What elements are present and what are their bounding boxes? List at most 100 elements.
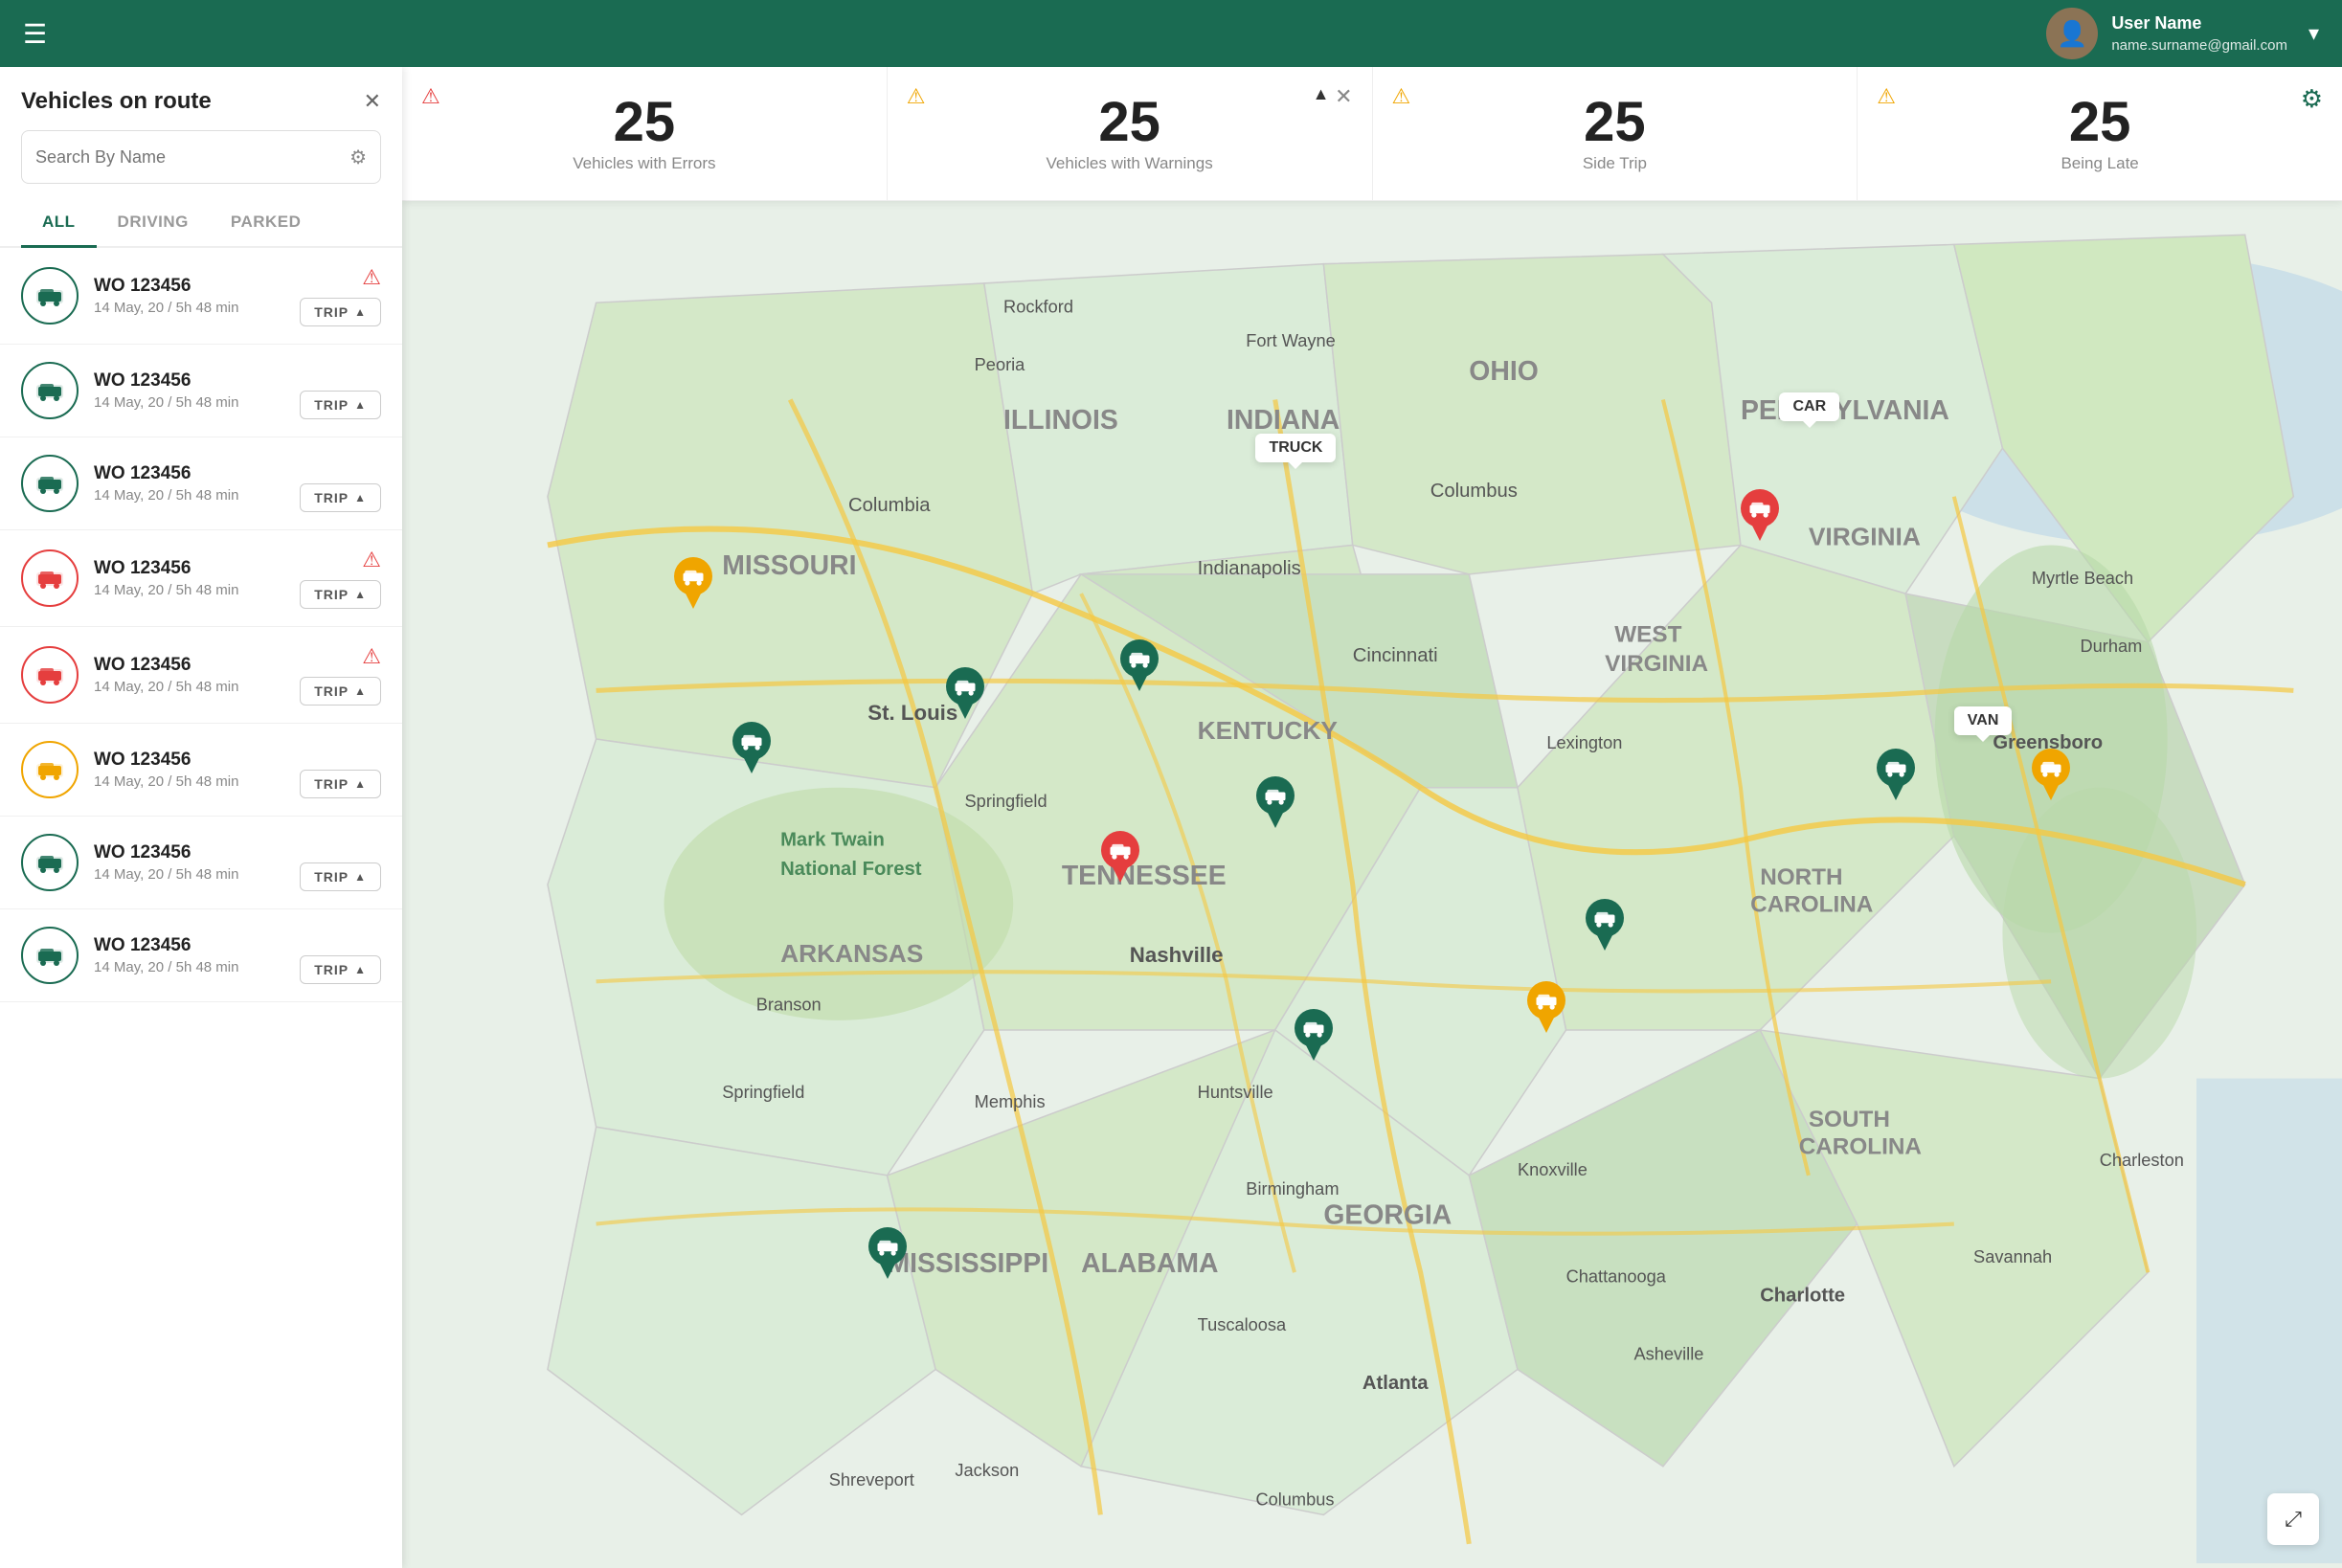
- hamburger-menu[interactable]: ☰: [23, 18, 47, 50]
- map-pin[interactable]: [1875, 747, 1917, 802]
- vehicle-info: WO 123456 14 May, 20 / 5h 48 min: [94, 842, 284, 883]
- pin-svg: [944, 665, 986, 721]
- svg-text:MISSISSIPPI: MISSISSIPPI: [888, 1248, 1049, 1279]
- search-input[interactable]: [35, 147, 349, 168]
- map-pin[interactable]: [867, 1225, 909, 1281]
- svg-text:Myrtle Beach: Myrtle Beach: [2032, 568, 2133, 588]
- close-sidebar-button[interactable]: ✕: [364, 89, 381, 114]
- chevron-down-icon[interactable]: ▾: [2308, 21, 2319, 46]
- vehicle-icon: [21, 834, 79, 891]
- stat-card-0: ⚠ 25 Vehicles with Errors: [402, 67, 888, 200]
- pin-svg: [1254, 774, 1296, 830]
- vehicle-actions: TRIP ▲: [300, 362, 381, 419]
- search-area: ⚙: [0, 115, 402, 199]
- vehicle-icon: [21, 267, 79, 325]
- trip-button[interactable]: TRIP ▲: [300, 862, 381, 891]
- pin-svg: [1875, 747, 1917, 802]
- stat-number: 25: [2069, 95, 2131, 150]
- map-pin[interactable]: [944, 665, 986, 721]
- user-email: name.surname@gmail.com: [2111, 35, 2287, 56]
- map-pin[interactable]: [1584, 897, 1626, 952]
- vehicle-icon: [21, 362, 79, 419]
- stat-number: 25: [614, 95, 676, 150]
- close-stats-button[interactable]: ✕: [1335, 84, 1352, 109]
- map-pin[interactable]: [1525, 979, 1567, 1035]
- svg-text:Memphis: Memphis: [975, 1091, 1046, 1111]
- svg-text:National Forest: National Forest: [780, 859, 922, 880]
- vehicle-date: 14 May, 20 / 5h 48 min: [94, 300, 284, 316]
- vehicle-name: WO 123456: [94, 842, 284, 863]
- svg-text:Columbus: Columbus: [1430, 481, 1518, 502]
- tab-parked[interactable]: PARKED: [210, 199, 323, 248]
- trip-button[interactable]: TRIP ▲: [300, 298, 381, 326]
- svg-text:ALABAMA: ALABAMA: [1081, 1248, 1218, 1279]
- svg-text:Charlotte: Charlotte: [1760, 1286, 1845, 1307]
- trip-arrow-icon: ▲: [354, 870, 367, 884]
- svg-text:Nashville: Nashville: [1130, 943, 1224, 967]
- svg-text:Lexington: Lexington: [1546, 732, 1622, 752]
- vehicle-name: WO 123456: [94, 935, 284, 956]
- trip-button[interactable]: TRIP ▲: [300, 391, 381, 419]
- vehicle-name: WO 123456: [94, 655, 284, 676]
- tab-driving[interactable]: DRIVING: [97, 199, 210, 248]
- stat-warning-icon: ⚠: [1877, 84, 1896, 109]
- stat-label: Side Trip: [1583, 154, 1647, 173]
- svg-text:Savannah: Savannah: [1973, 1246, 2052, 1266]
- settings-icon[interactable]: ⚙: [2301, 84, 2323, 114]
- map-pin[interactable]: [1099, 829, 1141, 885]
- trip-label: TRIP: [314, 397, 349, 413]
- vehicle-info: WO 123456 14 May, 20 / 5h 48 min: [94, 370, 284, 411]
- svg-text:KENTUCKY: KENTUCKY: [1198, 716, 1339, 745]
- expand-map-button[interactable]: ⤢: [2267, 1493, 2319, 1545]
- vehicle-info: WO 123456 14 May, 20 / 5h 48 min: [94, 750, 284, 790]
- truck-label: TRUCK: [1255, 434, 1336, 462]
- map-pin[interactable]: [731, 720, 773, 775]
- map-background: MISSOURI ILLINOIS INDIANA OHIO PENNSYLVA…: [402, 201, 2342, 1568]
- trip-button[interactable]: TRIP ▲: [300, 677, 381, 706]
- trip-arrow-icon: ▲: [354, 588, 367, 601]
- svg-text:OHIO: OHIO: [1469, 356, 1538, 387]
- svg-text:Huntsville: Huntsville: [1198, 1082, 1273, 1102]
- map-pin[interactable]: [1739, 487, 1781, 543]
- vehicle-name: WO 123456: [94, 558, 284, 579]
- tab-all[interactable]: ALL: [21, 199, 97, 248]
- svg-text:Chattanooga: Chattanooga: [1566, 1266, 1667, 1286]
- map-pin[interactable]: [2030, 747, 2072, 802]
- vehicle-name: WO 123456: [94, 276, 284, 297]
- vehicle-item: WO 123456 14 May, 20 / 5h 48 min ⚠ TRIP …: [0, 248, 402, 345]
- trip-label: TRIP: [314, 587, 349, 602]
- vehicle-date: 14 May, 20 / 5h 48 min: [94, 582, 284, 598]
- vehicle-actions: ⚠ TRIP ▲: [300, 644, 381, 706]
- stat-card-3: ⚠ 25 Being Late ⚙: [1858, 67, 2342, 200]
- filter-icon[interactable]: ⚙: [349, 146, 367, 169]
- warning-icon: ⚠: [362, 644, 381, 669]
- user-info: User Name name.surname@gmail.com: [2111, 11, 2287, 56]
- trip-button[interactable]: TRIP ▲: [300, 580, 381, 609]
- vehicle-actions: TRIP ▲: [300, 927, 381, 984]
- stat-warning-icon: ⚠: [1392, 84, 1411, 109]
- map-pin[interactable]: [1254, 774, 1296, 830]
- map-pin[interactable]: [672, 555, 714, 611]
- svg-text:Knoxville: Knoxville: [1518, 1159, 1588, 1179]
- sidebar-header: Vehicles on route ✕: [0, 67, 402, 115]
- vehicle-icon: [21, 927, 79, 984]
- vehicle-item: WO 123456 14 May, 20 / 5h 48 min TRIP ▲: [0, 437, 402, 530]
- vehicle-icon: [21, 549, 79, 607]
- trip-button[interactable]: TRIP ▲: [300, 770, 381, 798]
- pin-svg: [1118, 638, 1160, 693]
- map-container: MISSOURI ILLINOIS INDIANA OHIO PENNSYLVA…: [402, 201, 2342, 1568]
- svg-text:Columbus: Columbus: [1255, 1489, 1334, 1509]
- trip-label: TRIP: [314, 962, 349, 977]
- svg-text:ARKANSAS: ARKANSAS: [780, 939, 923, 968]
- top-navigation: ☰ 👤 User Name name.surname@gmail.com ▾: [0, 0, 2342, 67]
- map-pin[interactable]: [1118, 638, 1160, 693]
- trip-label: TRIP: [314, 869, 349, 885]
- map-pin[interactable]: [1293, 1007, 1335, 1063]
- svg-text:TENNESSEE: TENNESSEE: [1062, 861, 1227, 891]
- trip-button[interactable]: TRIP ▲: [300, 955, 381, 984]
- vehicle-item: WO 123456 14 May, 20 / 5h 48 min TRIP ▲: [0, 724, 402, 817]
- vehicle-info: WO 123456 14 May, 20 / 5h 48 min: [94, 463, 284, 504]
- trip-arrow-icon: ▲: [354, 777, 367, 791]
- trip-button[interactable]: TRIP ▲: [300, 483, 381, 512]
- vehicle-item: WO 123456 14 May, 20 / 5h 48 min TRIP ▲: [0, 909, 402, 1002]
